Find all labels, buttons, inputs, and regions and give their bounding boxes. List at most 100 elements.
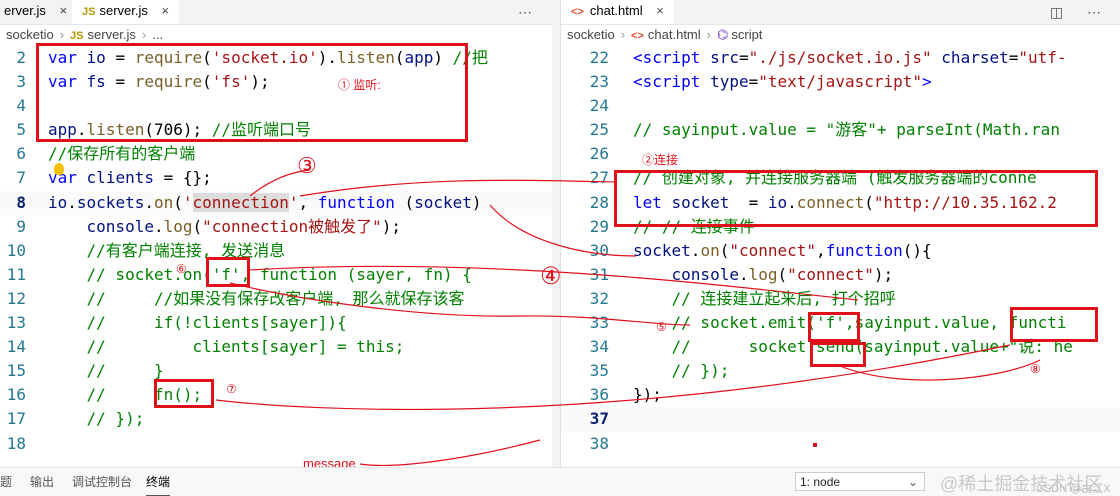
code-text[interactable]: // sayinput.value = "游客"+ parseInt(Math.… [633,118,1060,142]
line-number: 27 [589,168,609,188]
line-number: 29 [589,216,609,236]
line-number: 35 [589,361,609,381]
code-text[interactable]: // } [48,359,164,383]
code-line[interactable]: 16 // fn(); [0,383,552,407]
code-line[interactable]: 8 io.sockets.on('connection', function (s… [0,190,552,215]
tab-server-js-partial[interactable]: erver.js × [0,0,77,24]
split-editor-icon[interactable]: ◫ ⋯ [1050,0,1111,24]
js-file-icon: JS [70,30,84,42]
code-text[interactable]: socket.on("connect",function(){ [633,239,932,263]
code-text[interactable]: <script src="./js/socket.io.js" charset=… [633,46,1067,70]
line-number: 22 [589,48,609,67]
more-actions-icon[interactable]: ⋯ [518,0,542,24]
tab-debug-console[interactable]: 调试控制台 [72,468,132,496]
line-number: 2 [16,48,26,67]
annotation-label-8: ⑧ [1030,362,1041,376]
annotation-label-3: ③ [297,153,317,178]
tab-server-js[interactable]: JS server.js × [72,0,180,24]
code-line[interactable]: 22 <script src="./js/socket.io.js" charse… [561,46,1120,70]
code-text[interactable]: // socket.on('f', function (sayer, fn) { [48,263,472,287]
code-line[interactable]: 7 var clients = {}; [0,166,552,190]
annotation-label-1: ① 监听: [338,78,381,92]
line-number: 31 [589,264,609,284]
line-number: 10 [6,240,26,260]
code-line[interactable]: 23 <script type="text/javascript"> [561,70,1120,94]
line-number: 11 [6,264,26,284]
code-line[interactable]: 11 // socket.on('f', function (sayer, fn… [0,263,552,287]
code-text[interactable]: var clients = {}; [48,166,212,190]
tab-chat-html[interactable]: <> chat.html × [561,0,674,24]
annotation-box-f-left [206,257,250,287]
code-text[interactable]: // }); [633,359,730,383]
terminal-select[interactable]: 1: node ⌄ [795,472,925,491]
code-editor[interactable]: 22 <script src="./js/socket.io.js" charse… [561,46,1120,456]
chevron-right-icon: › [59,27,65,42]
code-line[interactable]: 14 // clients[sayer] = this; [0,335,552,359]
code-text[interactable]: // 连接建立起来后, 打个招呼 [633,287,896,311]
tab-problems[interactable]: 题 [0,468,12,496]
code-line[interactable]: 10 //有客户端连接, 发送消息 [0,239,552,263]
code-line[interactable]: 36}); [561,383,1120,407]
code-line[interactable]: 9 console.log("connection被触发了"); [0,215,552,239]
annotation-label-6: ⑥ [176,262,187,276]
code-text[interactable]: console.log("connect"); [633,263,894,287]
tab-output[interactable]: 输出 [30,468,54,496]
code-line[interactable]: 13 // if(!clients[sayer]){ [0,311,552,335]
breadcrumb-file[interactable]: server.js [88,27,136,42]
breadcrumb: socketio › <> chat.html › ⌬ script [561,24,1120,46]
close-icon[interactable]: × [60,3,68,18]
code-line[interactable]: 24 [561,94,1120,118]
line-number: 14 [6,337,26,357]
chevron-right-icon: › [620,27,626,42]
annotation-box-function [1010,307,1098,342]
code-text[interactable]: //保存所有的客户端 [48,142,195,166]
code-line[interactable]: 6 //保存所有的客户端 [0,142,552,166]
code-text[interactable]: // if(!clients[sayer]){ [48,311,347,335]
annotation-label-2: ②连接 [642,153,679,167]
right-tabbar: <> chat.html × ◫ ⋯ [561,0,1120,25]
line-number: 38 [589,433,609,453]
code-line[interactable]: 12 // //如果没有保存改客户端, 那么就保存该客 [0,287,552,311]
line-number: 3 [16,72,26,92]
code-text[interactable]: }); [633,383,662,407]
line-number: 34 [589,337,609,357]
code-text[interactable]: console.log("connection被触发了"); [48,215,402,239]
right-editor-pane: <> chat.html × ◫ ⋯ socketio › <> chat.html › ⌬… [560,0,1120,468]
code-text[interactable]: io.sockets.on('connection', function (so… [48,191,482,215]
close-icon[interactable]: × [656,3,664,18]
code-line[interactable]: 31 console.log("connect"); [561,263,1120,287]
line-number: 33 [589,313,609,333]
editor-splitter[interactable] [552,0,560,468]
code-text[interactable]: // }); [48,407,145,431]
lightbulb-icon[interactable] [54,163,64,175]
code-line[interactable]: 17 // }); [0,407,552,431]
left-tabbar: erver.js × JS server.js × ⋯ [0,0,552,25]
code-text[interactable]: // //如果没有保存改客户端, 那么就保存该客 [48,287,465,311]
close-icon[interactable]: × [162,3,170,18]
code-line[interactable]: 18 [0,432,552,456]
line-number: 5 [16,120,26,140]
breadcrumb-folder[interactable]: socketio [6,27,54,42]
code-line[interactable]: 25 // sayinput.value = "游客"+ parseInt(Mat… [561,118,1120,142]
breadcrumb-file[interactable]: chat.html [648,27,701,42]
code-line[interactable]: 37 [561,407,1120,432]
code-text[interactable]: // clients[sayer] = this; [48,335,405,359]
code-text[interactable]: <script type="text/javascript"> [633,70,932,94]
line-number: 37 [589,409,609,429]
line-number: 8 [16,192,26,212]
html-file-icon: <> [571,6,584,18]
tab-label: server.js [99,3,148,18]
code-line[interactable]: 38 [561,432,1120,456]
breadcrumb-symbol[interactable]: script [731,27,762,42]
tab-label: erver.js [4,3,46,18]
code-line[interactable]: 30 socket.on("connect",function(){ [561,239,1120,263]
js-file-icon: JS [82,6,96,18]
breadcrumb-symbol[interactable]: ... [152,27,163,42]
code-line[interactable]: 15 // } [0,359,552,383]
line-number: 36 [589,385,609,405]
line-number: 32 [589,288,609,308]
line-number: 18 [6,433,26,453]
line-number: 13 [6,313,26,333]
breadcrumb-folder[interactable]: socketio [567,27,615,42]
tab-terminal[interactable]: 终端 [146,468,171,496]
